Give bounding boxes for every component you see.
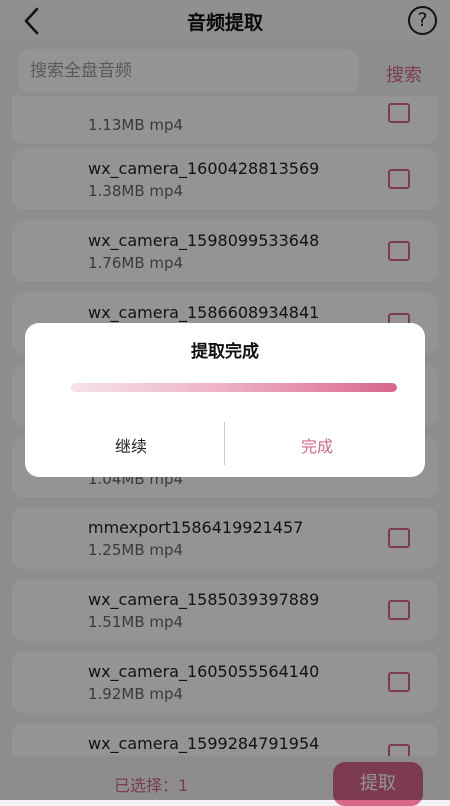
progress-fill <box>71 383 397 392</box>
continue-button[interactable]: 继续 <box>71 433 191 457</box>
dialog-title: 提取完成 <box>191 342 259 362</box>
extract-complete-dialog: 提取完成 继续 完成 <box>25 323 425 477</box>
dialog-divider <box>224 422 225 465</box>
app-screen: 音频提取 ? 搜索 1.13MB mp4 wx_camera_160042881… <box>0 0 450 806</box>
progress-bar <box>71 383 397 392</box>
done-button[interactable]: 完成 <box>257 433 377 457</box>
